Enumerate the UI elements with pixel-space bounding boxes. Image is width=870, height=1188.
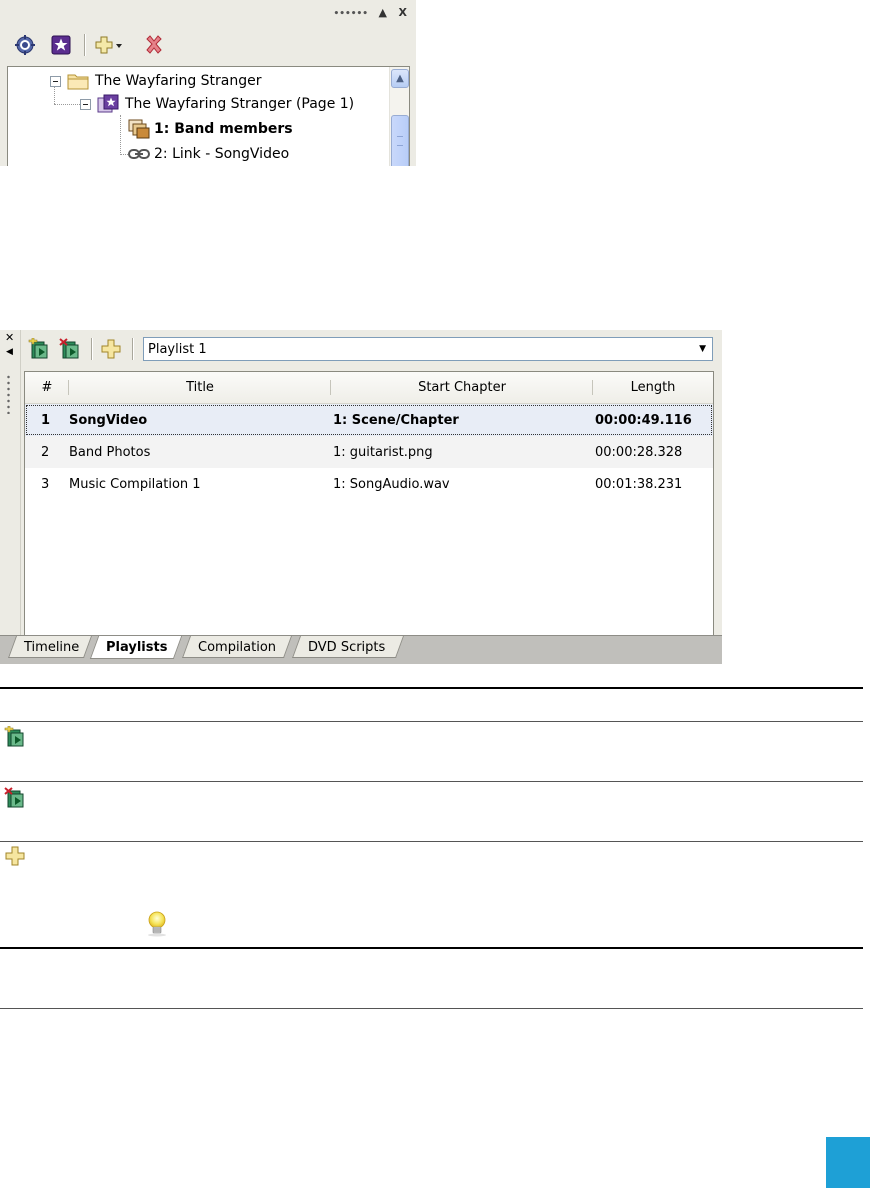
table-row[interactable]: 3 Music Compilation 1 1: SongAudio.wav 0… [25, 468, 713, 500]
chevron-up-icon: ▲ [396, 73, 404, 84]
add-item-icon [5, 846, 25, 870]
target-icon[interactable] [14, 34, 36, 56]
column-header-length[interactable]: Length [593, 372, 713, 403]
tree-item-link[interactable]: 2: Link - SongVideo [128, 143, 289, 165]
table-rule [0, 781, 863, 782]
row-number: 2 [41, 444, 50, 460]
window-tabs: Timeline Compilation DVD Scripts Playlis… [0, 635, 722, 664]
playlist-window: ✕ ◀ Playlist 1 ▼ # Title Start Chapter L… [0, 330, 722, 664]
chevron-down-icon[interactable]: ▼ [699, 344, 706, 354]
folder-icon [67, 72, 89, 90]
table-top-rule [0, 687, 863, 689]
tab-timeline[interactable]: Timeline [14, 636, 89, 658]
row-title: Music Compilation 1 [69, 476, 201, 492]
table-row[interactable]: 1 SongVideo 1: Scene/Chapter 00:00:49.11… [25, 404, 713, 436]
dock-grip[interactable] [7, 374, 10, 414]
row-number: 3 [41, 476, 50, 492]
scroll-thumb[interactable] [391, 115, 409, 166]
toolbar-divider [84, 34, 86, 56]
collapse-toggle[interactable] [50, 75, 61, 87]
add-playlist-icon[interactable] [28, 338, 50, 360]
tree-item-label: The Wayfaring Stranger (Page 1) [125, 96, 355, 112]
remove-playlist-icon[interactable] [59, 338, 81, 360]
tree-item-project[interactable]: The Wayfaring Stranger [50, 70, 262, 92]
row-number: 1 [41, 412, 51, 428]
tree-scrollbar[interactable]: ▲ [389, 67, 409, 166]
tree-item-label: 1: Band members [154, 121, 293, 137]
project-tree-panel: •••••• ▲ X The Wayfaring Stranger The Wa… [0, 0, 416, 166]
delete-x-icon[interactable] [143, 34, 165, 56]
lightbulb-icon [145, 910, 169, 942]
link-icon [128, 147, 150, 161]
collapse-panel-button[interactable]: ▲ [379, 6, 388, 19]
dock-rail: ✕ ◀ [0, 330, 21, 635]
tree-item-label: 2: Link - SongVideo [154, 146, 290, 162]
column-header-number[interactable]: # [25, 372, 69, 403]
close-window-button[interactable]: ✕ [5, 331, 14, 344]
panel-titlebar-controls: •••••• ▲ X [328, 6, 408, 19]
slideshow-icon [128, 119, 150, 139]
row-length: 00:01:38.231 [595, 476, 683, 492]
row-length: 00:00:49.116 [595, 412, 692, 428]
collapse-toggle[interactable] [80, 98, 91, 110]
row-title: SongVideo [69, 412, 148, 428]
table-rule [0, 841, 863, 842]
menu-page-icon [97, 94, 119, 114]
add-item-icon[interactable] [100, 338, 122, 360]
page-marker [826, 1137, 870, 1188]
add-playlist-icon [4, 725, 26, 752]
scroll-up-button[interactable]: ▲ [391, 69, 409, 88]
row-start-chapter: 1: guitarist.png [333, 444, 433, 460]
row-start-chapter: 1: Scene/Chapter [333, 412, 459, 428]
star-page-icon[interactable] [50, 34, 72, 56]
table-rule [0, 947, 863, 949]
toolbar-divider [132, 338, 134, 360]
remove-playlist-icon [4, 787, 26, 813]
toolbar-divider [91, 338, 93, 360]
table-row[interactable]: 2 Band Photos 1: guitarist.png 00:00:28.… [25, 436, 713, 468]
column-header-start-chapter[interactable]: Start Chapter [331, 372, 593, 403]
add-cross-dropdown-icon[interactable] [94, 34, 124, 56]
auto-hide-button[interactable]: ◀ [6, 347, 13, 357]
panel-grip[interactable]: •••••• [334, 9, 369, 19]
tree-connector [120, 115, 121, 155]
table-rule [0, 721, 863, 722]
tree-item-page[interactable]: The Wayfaring Stranger (Page 1) [80, 93, 354, 115]
tree-item-label: The Wayfaring Stranger [95, 73, 262, 89]
tab-dvd-scripts[interactable]: DVD Scripts [298, 636, 395, 658]
tab-playlists[interactable]: Playlists [96, 636, 177, 658]
row-title: Band Photos [69, 444, 151, 460]
row-length: 00:00:28.328 [595, 444, 683, 460]
playlist-grid[interactable]: # Title Start Chapter Length 1 SongVideo… [24, 371, 714, 636]
tab-compilation[interactable]: Compilation [188, 636, 286, 658]
tree-item-band-members[interactable]: 1: Band members [128, 118, 293, 140]
close-panel-button[interactable]: X [399, 6, 408, 19]
playlist-dropdown[interactable]: Playlist 1 ▼ [143, 337, 713, 361]
playlist-dropdown-value: Playlist 1 [148, 341, 207, 357]
grid-header: # Title Start Chapter Length [25, 372, 713, 404]
column-header-title[interactable]: Title [69, 372, 331, 403]
table-bottom-rule [0, 1008, 863, 1009]
project-tree[interactable]: The Wayfaring Stranger The Wayfaring Str… [7, 66, 410, 166]
row-start-chapter: 1: SongAudio.wav [333, 476, 450, 492]
